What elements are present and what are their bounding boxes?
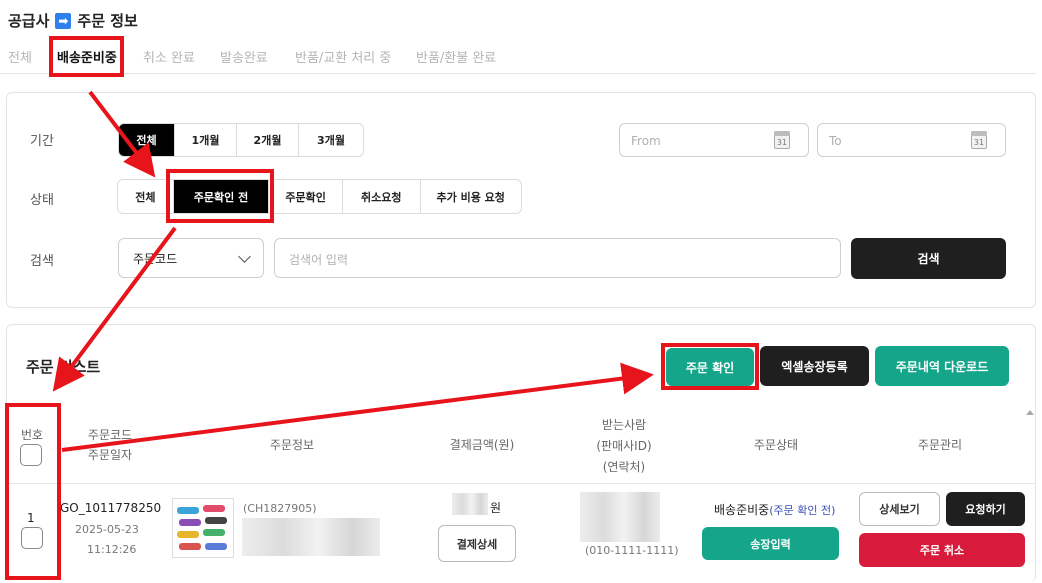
- arrow-tab-to-status: [88, 90, 156, 178]
- arrow-status-to-checkbox: [52, 226, 177, 392]
- arrow-checkbox-to-confirm: [61, 362, 654, 452]
- annotation-arrows: [52, 90, 654, 452]
